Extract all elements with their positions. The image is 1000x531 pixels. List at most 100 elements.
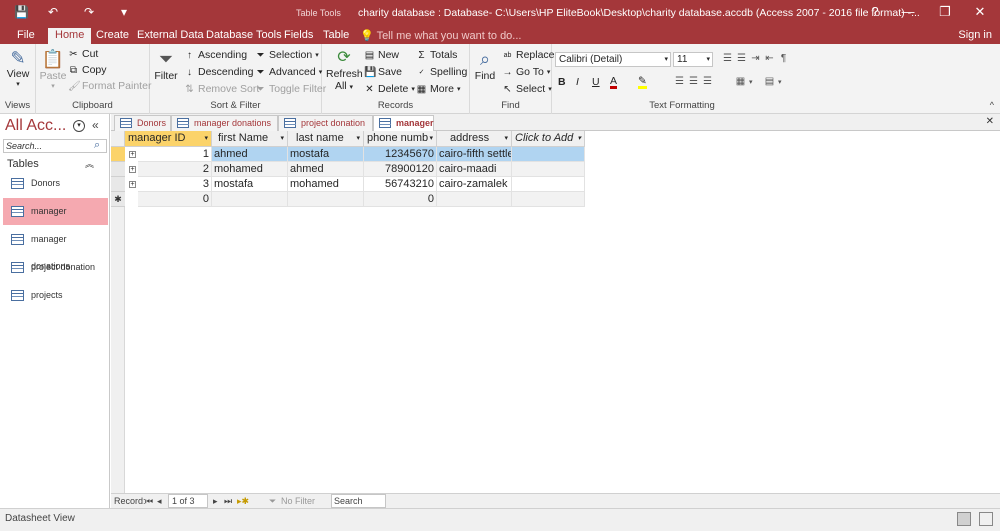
underline-button[interactable]: U xyxy=(592,76,600,88)
chevron-down-icon[interactable]: ▾ xyxy=(429,131,433,146)
nav-item-project-donation[interactable]: project donation xyxy=(3,254,108,281)
goto-button[interactable]: → Go To ▾ xyxy=(502,66,551,78)
font-size-select[interactable]: 11 ▾ xyxy=(673,52,713,67)
chevron-down-icon[interactable]: ▾ xyxy=(280,131,284,146)
table-cell[interactable] xyxy=(288,192,364,207)
chevron-down-icon[interactable]: ▾ xyxy=(356,131,360,146)
table-cell[interactable] xyxy=(437,192,512,207)
next-record-button[interactable]: ▸ xyxy=(213,496,218,507)
column-header-phone-number[interactable]: phone numb ▾ xyxy=(364,131,437,147)
close-button[interactable]: ✕ xyxy=(970,4,990,20)
chevron-down-icon[interactable]: ▾ xyxy=(504,131,508,146)
table-cell[interactable]: mostafa xyxy=(212,177,288,192)
table-cell[interactable]: cairo-fifth settle xyxy=(437,147,512,162)
new-record-button[interactable]: ▤ New xyxy=(364,49,399,61)
alt-row-color-button[interactable]: ▤ ▾ xyxy=(764,76,782,87)
nav-search-input[interactable]: Search... xyxy=(3,139,107,153)
tell-me-input[interactable]: 💡 Tell me what you want to do... xyxy=(360,29,521,42)
minimize-button[interactable]: — xyxy=(898,4,918,19)
refresh-all-button[interactable]: ⟳ Refresh All ▾ xyxy=(326,48,363,92)
font-color-button[interactable]: A xyxy=(610,76,618,89)
table-cell[interactable]: 2 xyxy=(138,162,212,177)
nav-item-manager-donations[interactable]: manager donations xyxy=(3,226,108,271)
toggle-filter-button[interactable]: ⏷ Toggle Filter xyxy=(255,83,327,95)
expand-icon[interactable]: + xyxy=(129,166,136,173)
delete-record-button[interactable]: ✕ Delete ▾ xyxy=(364,83,415,95)
table-cell[interactable]: 1 xyxy=(138,147,212,162)
remove-sort-button[interactable]: ⇅ Remove Sort xyxy=(184,83,259,95)
table-cell[interactable]: 0 xyxy=(138,192,212,207)
table-cell[interactable] xyxy=(212,192,288,207)
align-right-icon[interactable]: ☰ xyxy=(702,76,713,87)
table-cell[interactable] xyxy=(512,177,585,192)
align-left-icon[interactable]: ☰ xyxy=(674,76,685,87)
table-cell[interactable] xyxy=(512,162,585,177)
replace-button[interactable]: ab Replace xyxy=(502,49,555,61)
table-cell[interactable]: cairo-maadi xyxy=(437,162,512,177)
help-button[interactable]: ? xyxy=(865,4,885,19)
highlight-icon[interactable]: ✎ xyxy=(638,76,647,89)
column-header-first-name[interactable]: first Name ▾ xyxy=(212,131,288,147)
doc-tab-manager[interactable]: manager xyxy=(373,115,434,132)
column-header-click-to-add[interactable]: Click to Add ▾ xyxy=(512,131,585,147)
font-select[interactable]: Calibri (Detail) ▾ xyxy=(555,52,671,67)
tab-home[interactable]: Home xyxy=(48,28,92,44)
tab-database-tools[interactable]: Database Tools xyxy=(199,28,289,44)
italic-button[interactable]: I xyxy=(576,76,579,88)
bullets-icon[interactable]: ☰ xyxy=(722,53,733,64)
doc-tab-manager-donations[interactable]: manager donations xyxy=(171,115,278,131)
record-search-input[interactable]: Search xyxy=(331,494,386,508)
expand-icon[interactable]: + xyxy=(129,151,136,158)
first-record-button[interactable]: ⏮ xyxy=(145,496,153,507)
collapse-pane-icon[interactable]: « xyxy=(92,118,99,132)
new-record-nav-button[interactable]: ▸✱ xyxy=(237,496,249,507)
sign-in-link[interactable]: Sign in xyxy=(958,29,992,41)
gridlines-button[interactable]: ▦ ▾ xyxy=(735,76,753,87)
previous-record-button[interactable]: ◂ xyxy=(157,496,162,507)
indent-icon[interactable]: ⇥ xyxy=(750,53,761,64)
column-header-last-name[interactable]: last name ▾ xyxy=(288,131,364,147)
redo-icon[interactable]: ↷ xyxy=(84,5,94,19)
table-cell[interactable]: ahmed xyxy=(288,162,364,177)
table-cell[interactable]: 78900120 xyxy=(364,162,437,177)
current-record-input[interactable]: 1 of 3 xyxy=(168,494,208,508)
new-record-marker[interactable]: ✱ xyxy=(111,192,125,207)
doc-tab-donors[interactable]: Donors xyxy=(114,115,171,131)
numbering-icon[interactable]: ☰ xyxy=(736,53,747,64)
view-button[interactable]: ✎ View ▾ xyxy=(4,48,32,88)
descending-button[interactable]: ↓ Descending xyxy=(184,66,253,78)
nav-options-icon[interactable]: ▾ xyxy=(73,120,85,132)
ascending-button[interactable]: ↑ Ascending xyxy=(184,49,247,61)
column-header-manager-id[interactable]: manager ID ▾ xyxy=(125,131,212,147)
copy-button[interactable]: ⧉ Copy xyxy=(68,64,107,76)
paste-button[interactable]: 📋 Paste ▾ xyxy=(38,48,68,90)
cut-button[interactable]: ✂ Cut xyxy=(68,48,98,60)
undo-icon[interactable]: ↶ xyxy=(48,5,58,19)
row-selector[interactable] xyxy=(111,162,125,177)
table-cell[interactable]: 56743210 xyxy=(364,177,437,192)
more-button[interactable]: ▦ More ▾ xyxy=(416,83,461,95)
nav-item-manager[interactable]: manager xyxy=(3,198,108,225)
doc-tab-project-donation[interactable]: project donation xyxy=(278,115,373,131)
collapse-ribbon-icon[interactable]: ^ xyxy=(990,100,994,110)
table-cell[interactable]: cairo-zamalek xyxy=(437,177,512,192)
table-cell[interactable]: ahmed xyxy=(212,147,288,162)
align-center-icon[interactable]: ☰ xyxy=(688,76,699,87)
table-cell[interactable] xyxy=(512,192,585,207)
selection-button[interactable]: ⏷ Selection ▾ xyxy=(255,49,319,61)
chevron-down-icon[interactable]: ▾ xyxy=(577,131,581,146)
table-cell[interactable] xyxy=(512,147,585,162)
row-selector[interactable] xyxy=(111,147,125,162)
column-header-address[interactable]: address ▾ xyxy=(437,131,512,147)
spelling-button[interactable]: ✓ Spelling xyxy=(416,66,468,78)
restore-button[interactable]: ❐ xyxy=(935,4,955,20)
save-record-button[interactable]: 💾 Save xyxy=(364,66,402,78)
chevron-down-icon[interactable]: ▾ xyxy=(204,131,208,146)
bold-button[interactable]: B xyxy=(558,76,566,88)
table-cell[interactable]: mostafa xyxy=(288,147,364,162)
design-view-icon[interactable] xyxy=(979,512,993,526)
table-cell[interactable]: 0 xyxy=(364,192,437,207)
paragraph-icon[interactable]: ¶ xyxy=(778,53,789,64)
find-button[interactable]: ⌕ Find xyxy=(472,48,498,82)
format-painter-button[interactable]: 🖌 Format Painter xyxy=(68,80,151,92)
